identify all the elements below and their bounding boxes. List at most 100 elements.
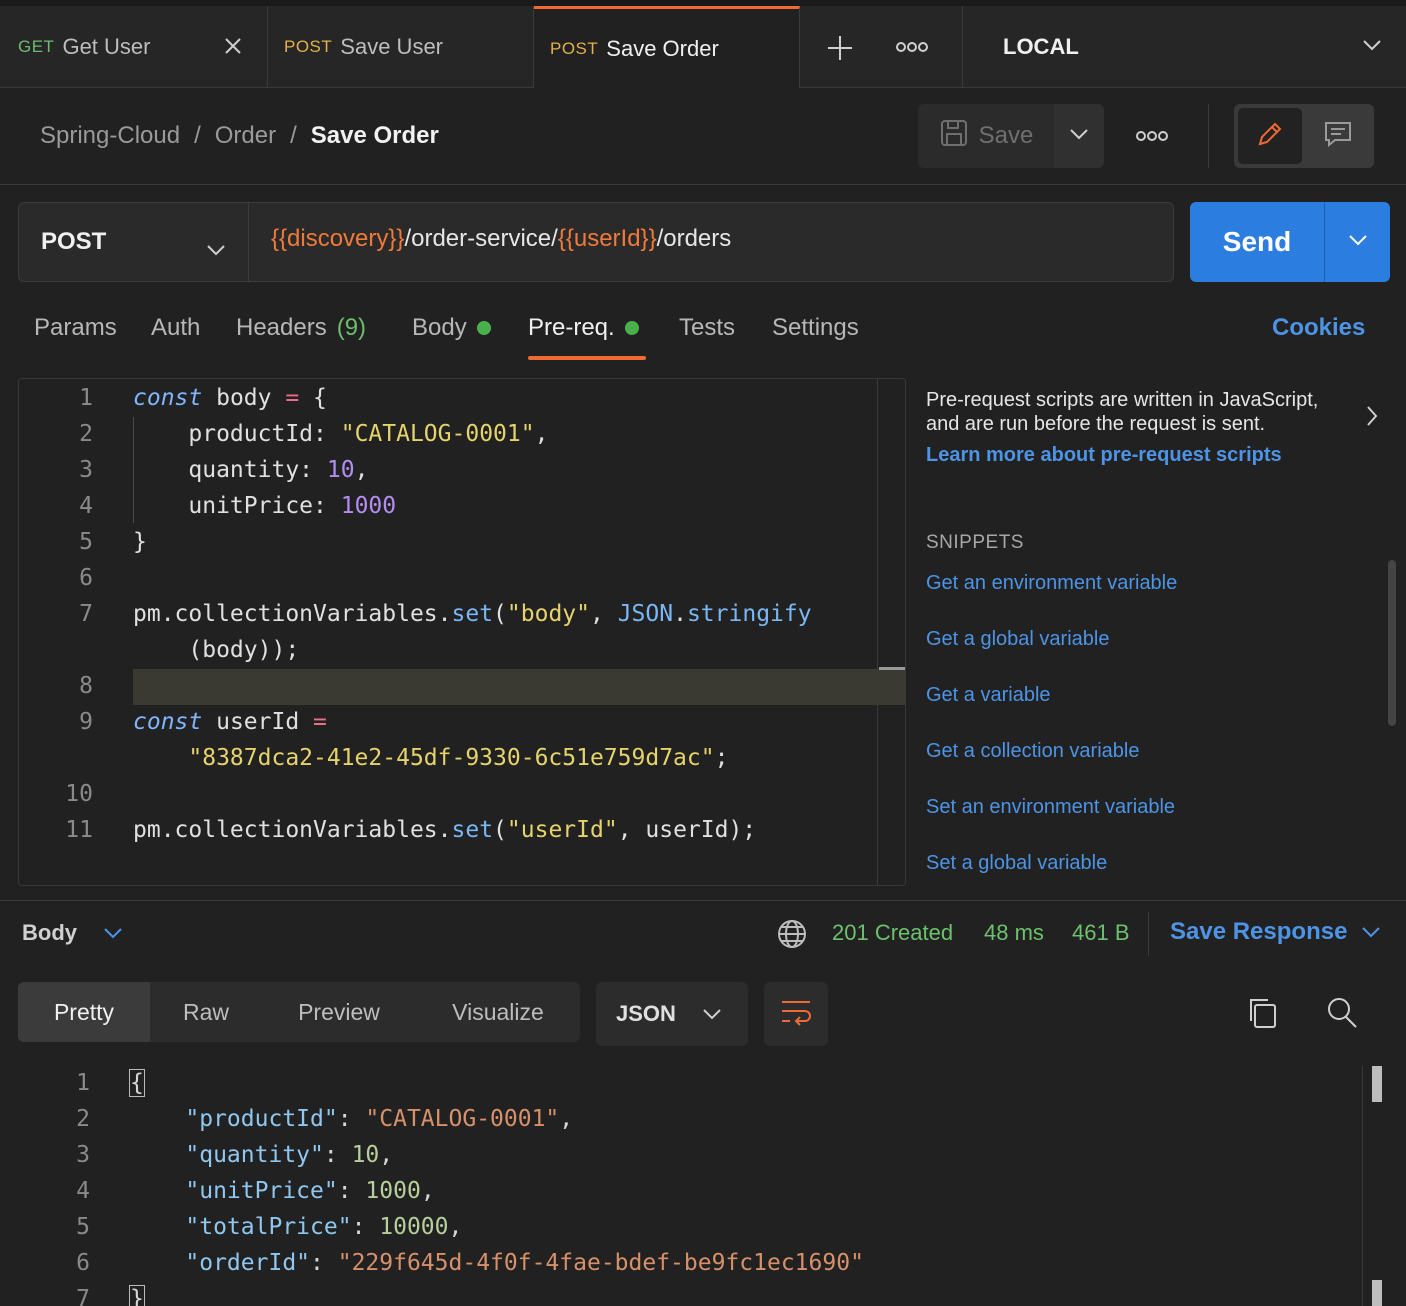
line-number: 7 <box>76 1286 90 1306</box>
environment-selector[interactable]: LOCAL <box>962 6 1406 88</box>
breadcrumb-separator: / <box>194 122 201 149</box>
view-mode-toggle <box>1234 104 1374 168</box>
json-line: "quantity": 10, <box>185 1142 394 1168</box>
tab-save-order[interactable]: POST Save Order <box>534 6 800 88</box>
edit-mode-button[interactable] <box>1238 108 1302 164</box>
format-label: JSON <box>616 1001 676 1026</box>
http-method-select[interactable]: POST <box>19 203 249 281</box>
breadcrumb-folder[interactable]: Order <box>215 122 276 150</box>
collapse-panel-chevron-right-icon[interactable] <box>1364 404 1380 433</box>
snippet-set-global-variable[interactable]: Set a global variable <box>926 852 1107 875</box>
breadcrumb-request[interactable]: Save Order <box>311 122 439 150</box>
view-visualize[interactable]: Visualize <box>416 982 580 1042</box>
wrap-lines-button[interactable] <box>764 982 828 1046</box>
documentation-mode-button[interactable] <box>1306 108 1370 164</box>
send-options-dropdown[interactable] <box>1324 202 1390 282</box>
save-response-button[interactable]: Save Response <box>1170 918 1381 946</box>
json-line: "totalPrice": 10000, <box>185 1214 463 1240</box>
chevron-down-icon <box>103 920 123 946</box>
snippet-set-environment-variable[interactable]: Set an environment variable <box>926 796 1175 819</box>
code-line: pm.collectionVariables.set("body", JSON.… <box>133 601 812 627</box>
line-number: 4 <box>79 493 93 519</box>
globe-icon[interactable] <box>776 918 808 955</box>
line-number: 4 <box>76 1178 90 1204</box>
tab-label: Body <box>412 314 467 341</box>
learn-more-link[interactable]: Learn more about pre-request scripts <box>926 444 1346 467</box>
snippet-get-variable[interactable]: Get a variable <box>926 684 1051 707</box>
pane-resize-divider[interactable] <box>0 900 1406 901</box>
copy-icon[interactable] <box>1246 996 1278 1035</box>
tab-headers[interactable]: Headers (9) <box>236 314 366 342</box>
json-line: } <box>129 1285 145 1306</box>
response-view-segmented-control: Pretty Raw Preview Visualize <box>18 982 580 1042</box>
comment-icon <box>1323 119 1353 154</box>
json-line: { <box>129 1069 145 1097</box>
code-line: unitPrice: 1000 <box>133 493 397 519</box>
editor-minimap-divider <box>877 379 878 885</box>
tab-method: POST <box>550 38 599 58</box>
code-line: (body)); <box>133 637 300 663</box>
snippet-get-global-variable[interactable]: Get a global variable <box>926 628 1109 651</box>
snippets-scrollbar[interactable] <box>1388 560 1396 726</box>
code-line: "8387dca2-41e2-45df-9330-6c51e759d7ac"; <box>188 745 729 771</box>
tab-settings[interactable]: Settings <box>772 314 859 342</box>
chevron-down-icon <box>1361 918 1381 946</box>
editor-scroll-marker <box>879 667 905 670</box>
view-pretty[interactable]: Pretty <box>18 982 150 1042</box>
snippet-get-environment-variable[interactable]: Get an environment variable <box>926 572 1177 595</box>
url-variable: {{discovery}} <box>271 225 405 252</box>
response-status[interactable]: 201 Created <box>832 920 953 946</box>
tab-label: Headers <box>236 314 327 341</box>
save-button[interactable]: Save <box>918 104 1054 168</box>
save-response-label: Save Response <box>1170 918 1348 945</box>
tab-label: Settings <box>772 314 859 341</box>
response-size[interactable]: 461 B <box>1072 920 1130 946</box>
response-format-select[interactable]: JSON <box>596 982 748 1046</box>
tab-get-user[interactable]: GET Get User <box>0 6 268 88</box>
new-tab-plus-icon[interactable] <box>826 34 854 67</box>
line-number: 6 <box>79 565 93 591</box>
url-input[interactable]: {{discovery}}/order-service/{{userId}}/o… <box>271 225 731 253</box>
tab-auth[interactable]: Auth <box>151 314 200 342</box>
status-dot <box>476 321 491 335</box>
tab-body[interactable]: Body <box>412 314 491 342</box>
json-line: "productId": "CATALOG-0001", <box>185 1106 574 1132</box>
line-number: 3 <box>76 1142 90 1168</box>
line-number: 2 <box>76 1106 90 1132</box>
tab-save-user[interactable]: POST Save User <box>268 6 534 88</box>
tab-prereq[interactable]: Pre-req. <box>528 314 639 342</box>
headers-count: (9) <box>336 314 367 341</box>
code-line: productId: "CATALOG-0001", <box>133 421 549 447</box>
response-time[interactable]: 48 ms <box>984 920 1044 946</box>
breadcrumb-collection[interactable]: Spring-Cloud <box>40 122 180 150</box>
tab-tests[interactable]: Tests <box>679 314 735 342</box>
send-button-group: Send <box>1190 202 1390 282</box>
line-number: 7 <box>79 601 93 627</box>
response-section-selector[interactable]: Body <box>22 920 123 946</box>
response-scrollbar-bottom[interactable] <box>1372 1280 1382 1306</box>
view-preview[interactable]: Preview <box>262 982 416 1042</box>
view-raw[interactable]: Raw <box>150 982 262 1042</box>
tab-options-more-icon[interactable] <box>896 40 928 59</box>
tab-label: Auth <box>151 314 201 341</box>
send-button[interactable]: Send <box>1190 202 1324 282</box>
snippet-get-collection-variable[interactable]: Get a collection variable <box>926 740 1139 763</box>
line-number: 10 <box>65 781 93 807</box>
close-icon[interactable] <box>223 32 243 63</box>
response-scroll-track <box>1362 1066 1363 1306</box>
request-more-options-icon[interactable] <box>1136 129 1168 148</box>
save-options-dropdown[interactable] <box>1054 104 1104 168</box>
tab-name: Save User <box>340 34 444 59</box>
divider <box>1148 912 1149 956</box>
cookies-link[interactable]: Cookies <box>1272 314 1365 342</box>
line-number: 8 <box>79 673 93 699</box>
status-dot <box>624 321 639 335</box>
save-button-group: Save <box>918 104 1104 168</box>
tab-params[interactable]: Params <box>34 314 117 342</box>
search-icon[interactable] <box>1326 996 1358 1035</box>
pre-request-script-editor[interactable]: 1 2 3 4 5 6 7 8 9 10 11 const body = { p… <box>18 378 906 886</box>
snippets-heading: SNIPPETS <box>926 532 1024 553</box>
current-line-highlight <box>133 669 905 705</box>
toolbar-divider <box>1208 104 1209 168</box>
response-scrollbar-top[interactable] <box>1372 1066 1382 1102</box>
